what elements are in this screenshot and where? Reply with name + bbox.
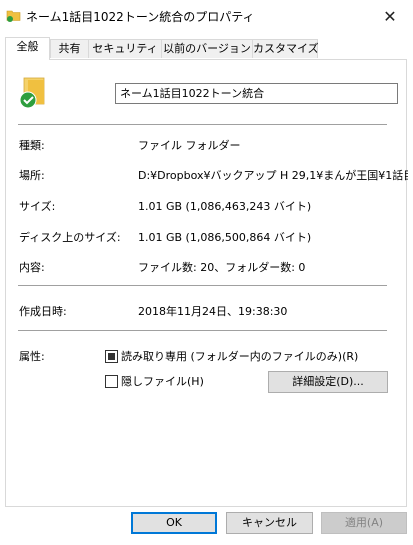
location-label: 場所: bbox=[19, 169, 45, 182]
created-label: 作成日時: bbox=[19, 305, 67, 318]
shared-folder-icon bbox=[19, 77, 45, 109]
attributes-label: 属性: bbox=[19, 350, 45, 363]
apply-button[interactable]: 適用(A) bbox=[321, 512, 407, 534]
location-value: D:¥Dropbox¥バックアップ H 29,1¥まんが王国¥1話目¥ネ bbox=[138, 169, 408, 182]
tab-customize[interactable]: カスタマイズ bbox=[252, 39, 319, 58]
readonly-checkbox-label[interactable]: 読み取り専用 (フォルダー内のファイルのみ)(R) bbox=[121, 348, 358, 364]
close-icon: ✕ bbox=[383, 6, 397, 26]
type-value: ファイル フォルダー bbox=[138, 139, 241, 152]
tab-security[interactable]: セキュリティ bbox=[88, 39, 162, 58]
tab-strip: 全般 共有 セキュリティ 以前のバージョン カスタマイズ bbox=[0, 37, 413, 60]
separator bbox=[18, 124, 387, 125]
size-label: サイズ: bbox=[19, 200, 56, 213]
advanced-button[interactable]: 詳細設定(D)... bbox=[268, 371, 388, 393]
tab-sharing[interactable]: 共有 bbox=[50, 39, 89, 58]
hidden-checkbox-label[interactable]: 隠しファイル(H) bbox=[121, 373, 204, 389]
separator bbox=[18, 330, 387, 331]
readonly-checkbox[interactable] bbox=[105, 350, 118, 363]
disk-size-label: ディスク上のサイズ: bbox=[19, 231, 121, 244]
title-bar: ネーム1話目1022トーン統合のプロパティ ✕ bbox=[0, 0, 413, 32]
folder-icon bbox=[6, 10, 21, 22]
disk-size-value: 1.01 GB (1,086,500,864 バイト) bbox=[138, 231, 312, 244]
general-tab-panel bbox=[5, 59, 407, 507]
window-title: ネーム1話目1022トーン統合のプロパティ bbox=[26, 10, 255, 24]
tab-general[interactable]: 全般 bbox=[5, 37, 50, 60]
created-value: 2018年11月24日、19:38:30 bbox=[138, 305, 288, 318]
ok-button[interactable]: OK bbox=[131, 512, 217, 534]
type-label: 種類: bbox=[19, 139, 45, 152]
close-button[interactable]: ✕ bbox=[367, 0, 413, 32]
contents-label: 内容: bbox=[19, 261, 45, 274]
size-value: 1.01 GB (1,086,463,243 バイト) bbox=[138, 200, 312, 213]
cancel-button[interactable]: キャンセル bbox=[226, 512, 313, 534]
folder-name-input[interactable]: ネーム1話目1022トーン統合 bbox=[115, 83, 398, 104]
tab-previous-versions[interactable]: 以前のバージョン bbox=[161, 39, 253, 58]
separator bbox=[18, 285, 387, 286]
hidden-checkbox[interactable] bbox=[105, 375, 118, 388]
contents-value: ファイル数: 20、フォルダー数: 0 bbox=[138, 261, 306, 274]
